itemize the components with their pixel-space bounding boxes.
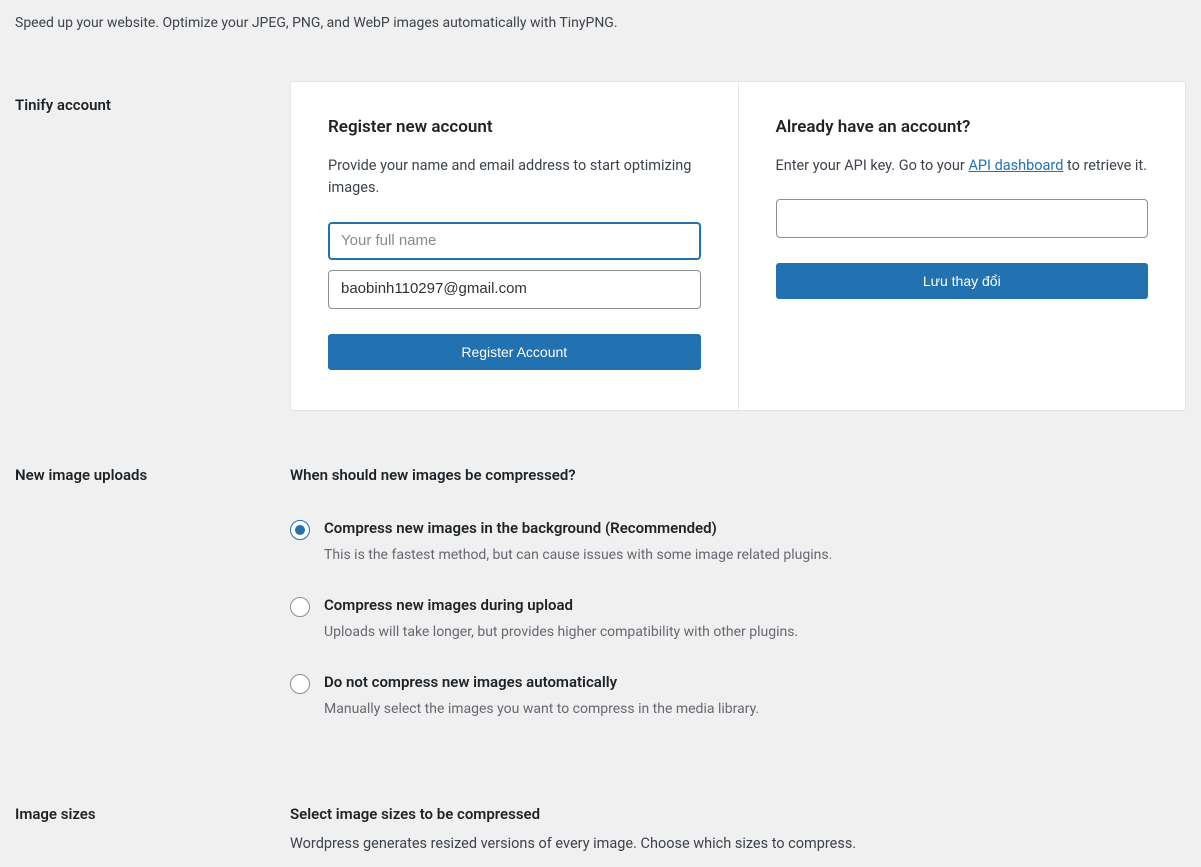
section-label-sizes: Image sizes xyxy=(15,805,290,852)
radio-desc-upload: Uploads will take longer, but provides h… xyxy=(324,622,1186,643)
existing-column: Already have an account? Enter your API … xyxy=(739,82,1186,410)
radio-upload[interactable] xyxy=(290,597,310,617)
sizes-desc: Wordpress generates resized versions of … xyxy=(290,835,1186,852)
existing-desc-prefix: Enter your API key. Go to your xyxy=(776,157,969,174)
register-column: Register new account Provide your name a… xyxy=(291,82,739,410)
radio-option-upload: Compress new images during upload Upload… xyxy=(290,596,1186,643)
full-name-input[interactable] xyxy=(328,222,701,261)
register-desc: Provide your name and email address to s… xyxy=(328,155,701,200)
radio-desc-none: Manually select the images you want to c… xyxy=(324,699,1186,720)
intro-text: Speed up your website. Optimize your JPE… xyxy=(15,15,1186,31)
tinify-account-section: Tinify account Register new account Prov… xyxy=(15,81,1186,411)
register-account-button[interactable]: Register Account xyxy=(328,334,701,370)
radio-label-upload[interactable]: Compress new images during upload xyxy=(324,596,1186,614)
new-image-uploads-section: New image uploads When should new images… xyxy=(15,466,1186,750)
radio-background[interactable] xyxy=(290,520,310,540)
radio-none[interactable] xyxy=(290,674,310,694)
uploads-question: When should new images be compressed? xyxy=(290,466,1186,484)
api-dashboard-link[interactable]: API dashboard xyxy=(968,157,1063,174)
image-sizes-section: Image sizes Select image sizes to be com… xyxy=(15,805,1186,852)
radio-label-background[interactable]: Compress new images in the background (R… xyxy=(324,519,1186,537)
radio-option-none: Do not compress new images automatically… xyxy=(290,673,1186,720)
radio-option-background: Compress new images in the background (R… xyxy=(290,519,1186,566)
register-heading: Register new account xyxy=(328,117,701,137)
radio-desc-background: This is the fastest method, but can caus… xyxy=(324,545,1186,566)
email-input[interactable] xyxy=(328,270,701,309)
section-label-account: Tinify account xyxy=(15,81,290,411)
section-label-uploads: New image uploads xyxy=(15,466,290,750)
existing-desc-suffix: to retrieve it. xyxy=(1063,157,1147,174)
radio-label-none[interactable]: Do not compress new images automatically xyxy=(324,673,1186,691)
api-key-input[interactable] xyxy=(776,199,1149,238)
save-changes-button[interactable]: Lưu thay đổi xyxy=(776,263,1149,299)
existing-heading: Already have an account? xyxy=(776,117,1149,137)
account-box: Register new account Provide your name a… xyxy=(290,81,1186,411)
sizes-heading: Select image sizes to be compressed xyxy=(290,805,1186,823)
existing-desc: Enter your API key. Go to your API dashb… xyxy=(776,155,1149,177)
